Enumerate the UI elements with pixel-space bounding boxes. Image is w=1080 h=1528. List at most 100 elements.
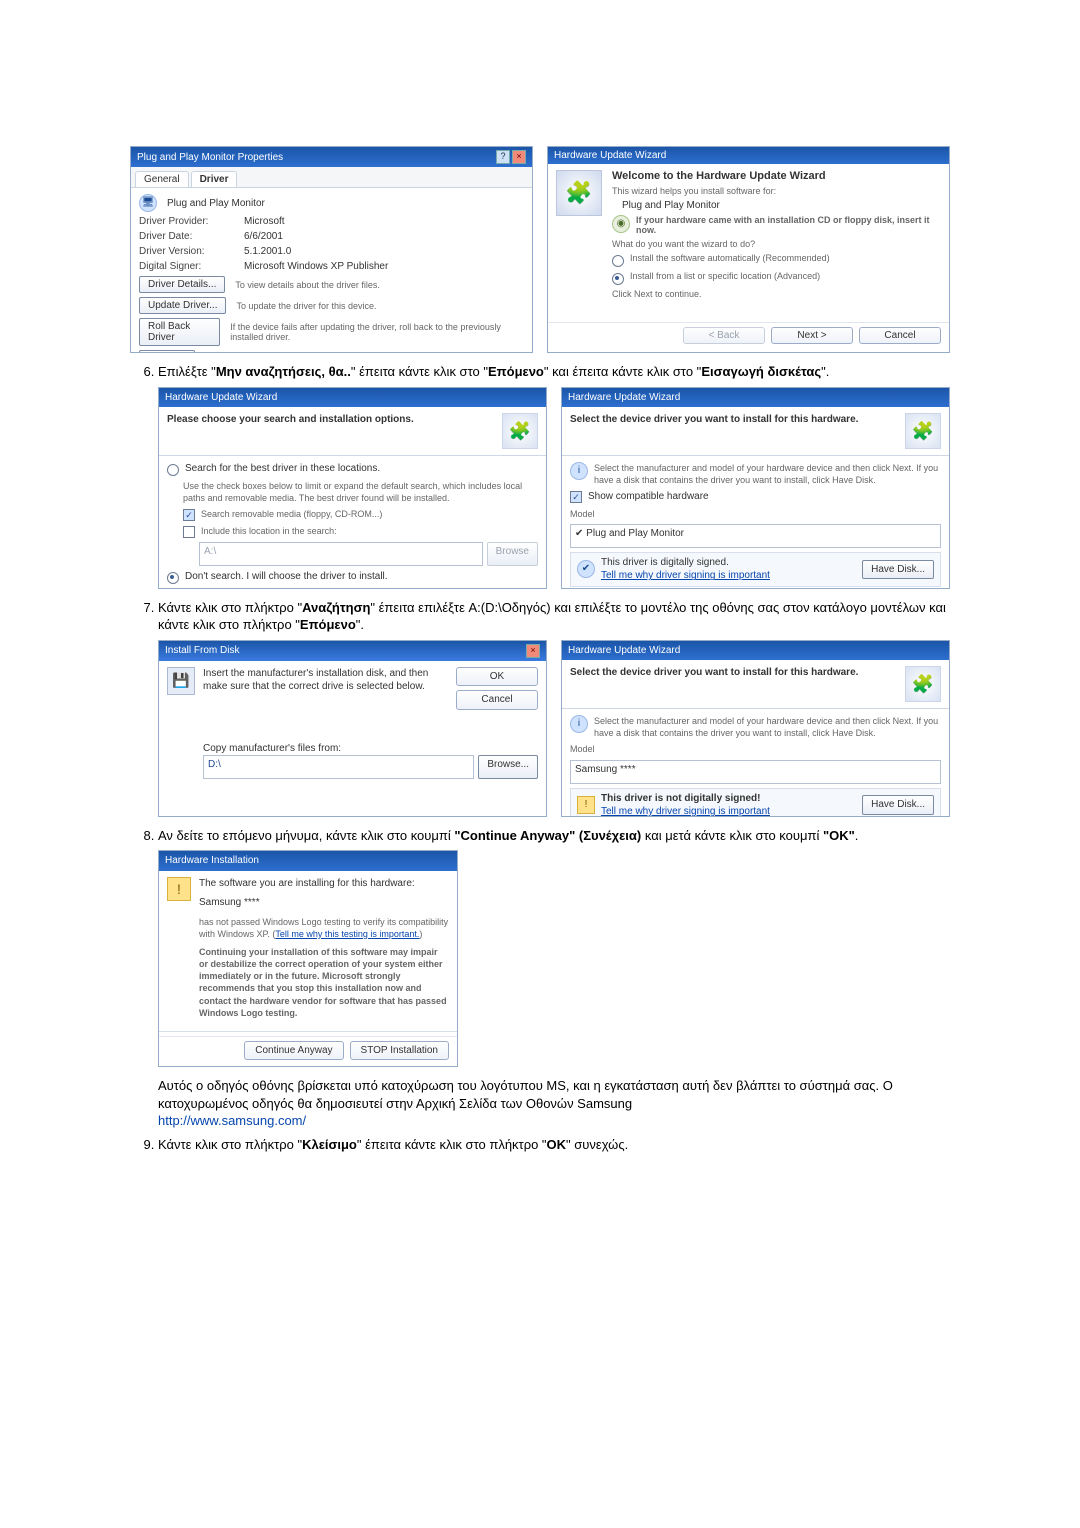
date-label: Driver Date: bbox=[139, 231, 234, 242]
t: " έπειτα κάντε κλικ στο πλήκτρο " bbox=[357, 1137, 547, 1152]
dialog-title: Plug and Play Monitor Properties bbox=[137, 152, 283, 163]
info-icon: i bbox=[570, 715, 588, 733]
browse-button[interactable]: Browse... bbox=[478, 755, 538, 779]
provider-label: Driver Provider: bbox=[139, 216, 234, 227]
path-combo[interactable]: D:\ bbox=[203, 755, 474, 779]
t: Κάντε κλικ στο πλήκτρο " bbox=[158, 1137, 302, 1152]
hwinst-link[interactable]: Tell me why this testing is important. bbox=[275, 929, 419, 939]
chk-removable-label: Search removable media (floppy, CD-ROM..… bbox=[201, 508, 382, 520]
rollback-driver-desc: If the device fails after updating the d… bbox=[230, 322, 524, 342]
warn-icon: ! bbox=[577, 796, 595, 814]
radio-search[interactable] bbox=[167, 464, 179, 476]
step-9: Κάντε κλικ στο πλήκτρο "Κλείσιμο" έπειτα… bbox=[158, 1136, 950, 1154]
dialog-title: Install From Disk bbox=[165, 644, 239, 658]
help-icon[interactable]: ? bbox=[496, 150, 510, 164]
driver-details-button[interactable]: Driver Details... bbox=[139, 276, 225, 293]
wizard-select-driver-samsung-dialog: Hardware Update Wizard Select the device… bbox=[561, 640, 950, 817]
wizard-helps-label: This wizard helps you install software f… bbox=[612, 186, 941, 196]
wizard-search-dialog: Hardware Update Wizard Please choose you… bbox=[158, 387, 547, 589]
update-driver-button[interactable]: Update Driver... bbox=[139, 297, 226, 314]
uninstall-button[interactable]: Uninstall bbox=[139, 350, 195, 353]
chk-include-label: Include this location in the search: bbox=[201, 525, 337, 537]
provider-value: Microsoft bbox=[244, 216, 285, 227]
t: Επιλέξτε " bbox=[158, 364, 216, 379]
model-list[interactable]: ✔ Plug and Play Monitor bbox=[570, 524, 941, 548]
wizard-icon: 🧩 bbox=[502, 413, 538, 449]
model-item[interactable]: Samsung **** bbox=[575, 764, 636, 775]
radio-auto[interactable] bbox=[612, 255, 624, 267]
continue-anyway-button[interactable]: Continue Anyway bbox=[244, 1041, 343, 1061]
update-driver-desc: To update the driver for this device. bbox=[236, 301, 376, 311]
t: . bbox=[855, 828, 859, 843]
t: "OK" bbox=[823, 828, 855, 843]
cd-icon: ◉ bbox=[612, 215, 630, 233]
tab-driver[interactable]: Driver bbox=[191, 171, 238, 187]
dialog-titlebar: Hardware Update Wizard bbox=[159, 388, 546, 408]
path-input: A:\ bbox=[199, 542, 483, 566]
chk-include[interactable] bbox=[183, 526, 195, 538]
t: Κλείσιμο bbox=[302, 1137, 357, 1152]
t: Αναζήτηση bbox=[302, 600, 370, 615]
signing-link[interactable]: Tell me why driver signing is important bbox=[601, 806, 770, 817]
dialog-title: Hardware Update Wizard bbox=[165, 391, 277, 405]
t: Εισαγωγή δισκέτας bbox=[701, 364, 821, 379]
dialog-title: Hardware Update Wizard bbox=[554, 150, 666, 161]
stop-installation-button[interactable]: STOP Installation bbox=[350, 1041, 449, 1061]
signed-icon: ✔ bbox=[577, 560, 595, 578]
version-label: Driver Version: bbox=[139, 246, 234, 257]
t: ". bbox=[821, 364, 829, 379]
model-list[interactable]: Samsung **** bbox=[570, 760, 941, 784]
signed-msg: This driver is digitally signed. bbox=[601, 557, 729, 568]
back-button: < Back bbox=[683, 327, 765, 344]
dialog-title: Hardware Update Wizard bbox=[568, 391, 680, 405]
dialog-title: Hardware Installation bbox=[165, 854, 259, 868]
t: OK bbox=[547, 1137, 567, 1152]
driver-properties-dialog: Plug and Play Monitor Properties ? × Gen… bbox=[130, 146, 533, 353]
signing-link[interactable]: Tell me why driver signing is important bbox=[601, 570, 770, 581]
radio-advanced-label: Install from a list or specific location… bbox=[630, 271, 820, 281]
wizard-icon: 🧩 bbox=[556, 170, 602, 216]
t: Κάντε κλικ στο πλήκτρο " bbox=[158, 600, 302, 615]
t: ". bbox=[356, 617, 364, 632]
samsung-url[interactable]: http://www.samsung.com/ bbox=[158, 1113, 306, 1128]
install-from-disk-dialog: Install From Disk × 💾 Insert the manufac… bbox=[158, 640, 547, 817]
t: " συνεχώς. bbox=[566, 1137, 628, 1152]
cd-hint: If your hardware came with an installati… bbox=[636, 215, 941, 235]
floppy-icon: 💾 bbox=[167, 667, 195, 695]
close-icon[interactable]: × bbox=[512, 150, 526, 164]
radio-search-label: Search for the best driver in these loca… bbox=[185, 462, 380, 476]
tab-general[interactable]: General bbox=[135, 171, 189, 187]
next-button[interactable]: Next > bbox=[771, 327, 853, 344]
wizard-icon: 🧩 bbox=[905, 666, 941, 702]
wizard-device-name: Plug and Play Monitor bbox=[622, 200, 941, 211]
have-disk-button[interactable]: Have Disk... bbox=[862, 795, 934, 815]
radio-dont-label: Don't search. I will choose the driver t… bbox=[185, 570, 388, 584]
radio-auto-label: Install the software automatically (Reco… bbox=[630, 253, 830, 263]
hardware-installation-warning-dialog: Hardware Installation ! The software you… bbox=[158, 850, 458, 1067]
dialog-titlebar: Plug and Play Monitor Properties ? × bbox=[131, 147, 532, 167]
wizard-icon: 🧩 bbox=[905, 413, 941, 449]
wizard-welcome-heading: Welcome to the Hardware Update Wizard bbox=[612, 170, 941, 182]
model-label: Model bbox=[570, 508, 941, 520]
warning-icon: ! bbox=[167, 877, 191, 901]
radio-dont-search[interactable] bbox=[167, 572, 179, 584]
t: Επόμενο bbox=[300, 617, 356, 632]
have-disk-button[interactable]: Have Disk... bbox=[862, 560, 934, 580]
chk-removable[interactable] bbox=[183, 509, 195, 521]
model-item[interactable]: ✔ Plug and Play Monitor bbox=[575, 528, 684, 539]
cancel-button[interactable]: Cancel bbox=[859, 327, 941, 344]
wizard-sub: Select the manufacturer and model of you… bbox=[594, 715, 941, 739]
chk-compat[interactable] bbox=[570, 491, 582, 503]
close-icon[interactable]: × bbox=[526, 644, 540, 658]
ok-button[interactable]: OK bbox=[456, 667, 538, 687]
hwinst-line2b: ) bbox=[419, 929, 422, 939]
info-icon: i bbox=[570, 462, 588, 480]
wizard-select-driver-dialog: Hardware Update Wizard Select the device… bbox=[561, 387, 950, 589]
wizard-question: What do you want the wizard to do? bbox=[612, 239, 941, 249]
unsigned-msg: This driver is not digitally signed! bbox=[601, 793, 760, 804]
radio-advanced[interactable] bbox=[612, 273, 624, 285]
step8-tail-paragraph: Αυτός ο οδηγός οθόνης βρίσκεται υπό κατο… bbox=[158, 1077, 950, 1112]
rollback-driver-button[interactable]: Roll Back Driver bbox=[139, 318, 220, 346]
cancel-button[interactable]: Cancel bbox=[456, 690, 538, 710]
hwinst-warning: Continuing your installation of this sof… bbox=[199, 946, 449, 1019]
